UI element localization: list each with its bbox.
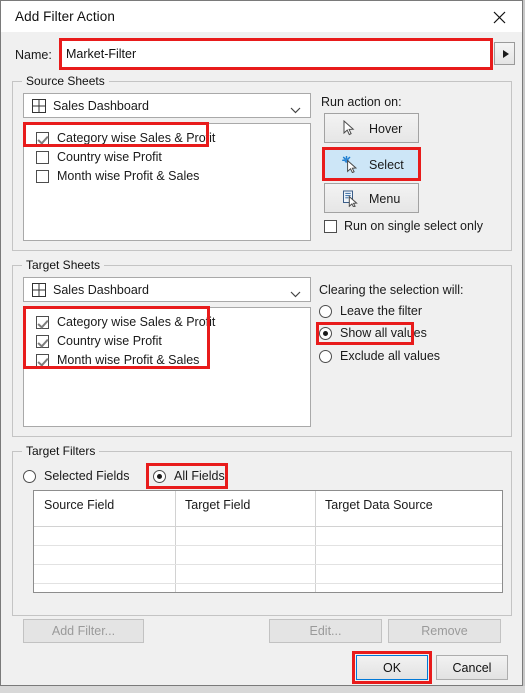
run-action-select-button[interactable]: Select (324, 149, 419, 179)
clearing-label: Clearing the selection will: (319, 283, 464, 297)
name-field[interactable] (61, 40, 491, 68)
source-dashboard-value: Sales Dashboard (53, 99, 149, 113)
table-header-row: Source Field Target Field Target Data So… (34, 491, 502, 527)
checkbox-icon[interactable] (36, 151, 49, 164)
list-item[interactable]: Category wise Sales & Profit (24, 129, 310, 148)
scope-label: All Fields (174, 469, 225, 483)
list-item[interactable]: Category wise Sales & Profit (24, 313, 310, 332)
checkbox-icon[interactable] (36, 132, 49, 145)
window-title: Add Filter Action (15, 9, 115, 24)
table-row[interactable] (34, 527, 502, 546)
checkbox-icon[interactable] (36, 170, 49, 183)
chevron-down-icon (290, 287, 301, 301)
radio-icon[interactable] (153, 470, 166, 483)
run-action-label: Run action on: (321, 95, 402, 109)
target-sheets-list[interactable]: Category wise Sales & Profit Country wis… (23, 307, 311, 427)
target-sheets-title: Target Sheets (22, 258, 105, 272)
clearing-option-label: Exclude all values (340, 349, 441, 363)
clearing-option-label: Show all values (340, 326, 427, 340)
source-sheets-title: Source Sheets (22, 74, 109, 88)
list-item[interactable]: Country wise Profit (24, 148, 310, 167)
radio-icon[interactable] (23, 470, 36, 483)
checkbox-icon[interactable] (36, 335, 49, 348)
title-bar: Add Filter Action (1, 1, 522, 32)
source-dashboard-combo[interactable]: Sales Dashboard (23, 93, 311, 118)
target-dashboard-value: Sales Dashboard (53, 283, 149, 297)
edit-filter-button[interactable]: Edit... (269, 619, 382, 643)
name-dropdown-button[interactable] (494, 42, 515, 65)
ok-button[interactable]: OK (356, 655, 428, 680)
column-header-source-field: Source Field (44, 498, 115, 512)
table-row[interactable] (34, 565, 502, 584)
table-row[interactable] (34, 546, 502, 565)
radio-icon[interactable] (319, 305, 332, 318)
cursor-icon (342, 119, 357, 140)
list-item-label: Category wise Sales & Profit (57, 315, 216, 329)
list-item[interactable]: Month wise Profit & Sales (24, 167, 310, 186)
target-filters-table[interactable]: Source Field Target Field Target Data So… (33, 490, 503, 593)
close-glyph (493, 11, 506, 24)
radio-icon[interactable] (319, 350, 332, 363)
source-sheets-list[interactable]: Category wise Sales & Profit Country wis… (23, 123, 311, 241)
list-item[interactable]: Month wise Profit & Sales (24, 351, 310, 370)
column-header-target-field: Target Field (185, 498, 251, 512)
dashboard-grid-icon (32, 99, 46, 116)
run-single-select-label: Run on single select only (344, 219, 483, 233)
list-item-label: Month wise Profit & Sales (57, 353, 200, 367)
column-header-target-data-source: Target Data Source (325, 498, 433, 512)
list-item[interactable]: Country wise Profit (24, 332, 310, 351)
remove-filter-button[interactable]: Remove (388, 619, 501, 643)
list-item-label: Country wise Profit (57, 150, 162, 164)
table-row[interactable] (34, 584, 502, 592)
dashboard-grid-icon (32, 283, 46, 300)
name-label: Name: (15, 48, 52, 62)
run-action-menu-label: Menu (369, 192, 401, 206)
list-item-label: Category wise Sales & Profit (57, 131, 216, 145)
list-item-label: Month wise Profit & Sales (57, 169, 200, 183)
scope-label: Selected Fields (44, 469, 130, 483)
checkbox-icon[interactable] (324, 220, 337, 233)
chevron-down-icon (290, 103, 301, 117)
close-icon[interactable] (477, 1, 522, 32)
clearing-option-label: Leave the filter (340, 304, 422, 318)
name-input[interactable] (66, 45, 484, 63)
cursor-sparkle-icon (342, 155, 359, 176)
add-filter-action-dialog: Add Filter Action Name: Source Sheets Sa… (0, 0, 523, 686)
cancel-button[interactable]: Cancel (436, 655, 508, 680)
desktop-background-strip (0, 686, 525, 693)
checkbox-icon[interactable] (36, 316, 49, 329)
run-action-select-label: Select (369, 158, 404, 172)
run-action-menu-button[interactable]: Menu (324, 183, 419, 213)
run-action-hover-label: Hover (369, 122, 403, 136)
menu-cursor-icon (342, 190, 359, 210)
radio-icon[interactable] (319, 327, 332, 340)
list-item-label: Country wise Profit (57, 334, 162, 348)
checkbox-icon[interactable] (36, 354, 49, 367)
add-filter-button[interactable]: Add Filter... (23, 619, 144, 643)
target-dashboard-combo[interactable]: Sales Dashboard (23, 277, 311, 302)
target-filters-title: Target Filters (22, 444, 100, 458)
run-action-hover-button[interactable]: Hover (324, 113, 419, 143)
